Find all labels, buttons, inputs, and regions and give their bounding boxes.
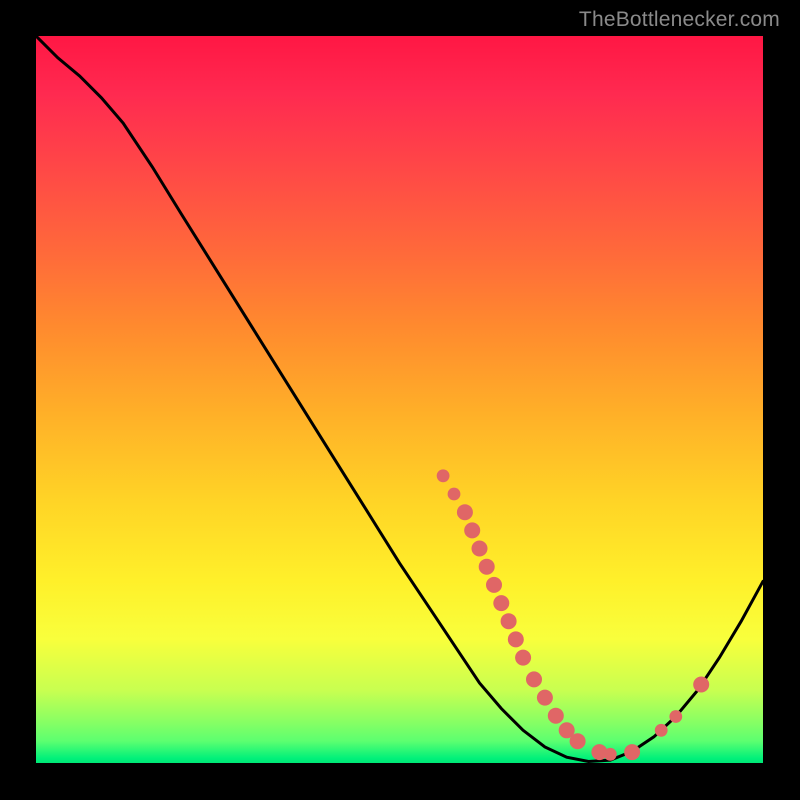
data-dot: [501, 613, 517, 629]
data-dot: [604, 748, 617, 761]
watermark: TheBottlenecker.com: [579, 8, 780, 32]
data-dot: [486, 577, 502, 593]
data-dot: [669, 710, 682, 723]
data-dot: [624, 744, 640, 760]
data-dot: [508, 631, 524, 647]
data-dots: [437, 469, 710, 760]
data-dot: [537, 690, 553, 706]
curve-layer: [36, 36, 763, 763]
chart-container: TheBottlenecker.com: [0, 0, 800, 800]
data-dot: [472, 541, 488, 557]
data-dot: [548, 708, 564, 724]
data-dot: [464, 522, 480, 538]
data-dot: [457, 504, 473, 520]
data-dot: [448, 488, 461, 501]
data-dot: [493, 595, 509, 611]
data-dot: [437, 469, 450, 482]
data-dot: [693, 677, 709, 693]
data-dot: [655, 724, 668, 737]
data-dot: [479, 559, 495, 575]
data-dot: [526, 671, 542, 687]
data-dot: [570, 733, 586, 749]
data-dot: [515, 650, 531, 666]
bottleneck-curve: [36, 36, 763, 762]
